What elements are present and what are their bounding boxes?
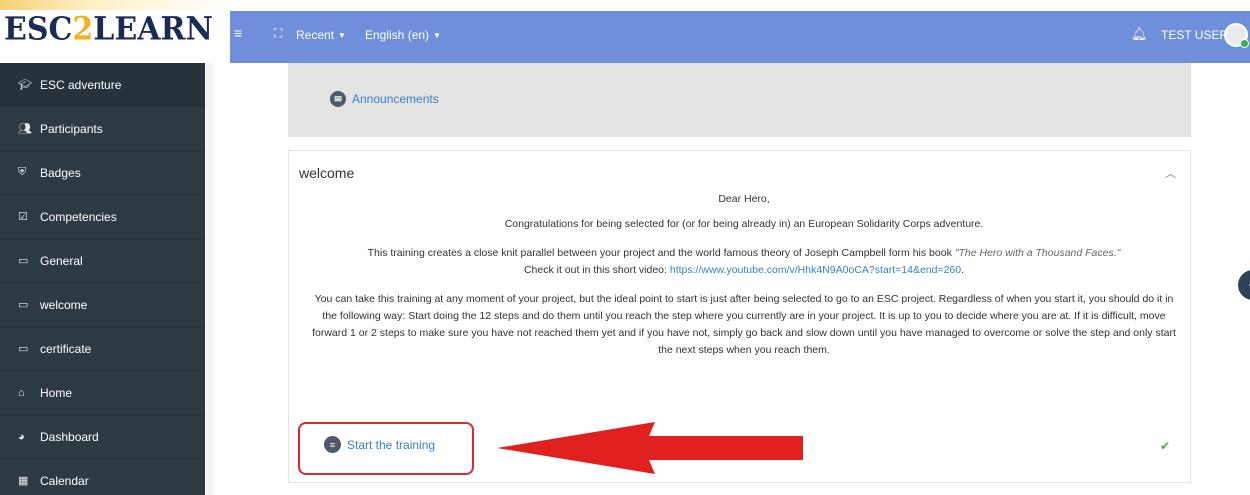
intro-paragraph: This training creates a close knit paral… bbox=[367, 247, 1121, 276]
recent-dropdown[interactable]: Recent ▼ bbox=[296, 28, 346, 42]
announcements-link[interactable]: ✉ Announcements bbox=[330, 91, 439, 107]
sidebar-item-home[interactable]: ⌂ Home bbox=[0, 371, 205, 415]
sidebar-item-participants[interactable]: 👥︎ Participants bbox=[0, 107, 205, 151]
sidebar-item-welcome[interactable]: ▭ welcome bbox=[0, 283, 205, 327]
announcements-section: ✉ Announcements bbox=[288, 63, 1191, 137]
folder-icon: ▭ bbox=[18, 255, 29, 267]
fullscreen-icon[interactable]: ⛶ bbox=[274, 26, 282, 41]
home-icon: ⌂ bbox=[18, 386, 25, 399]
annotation-arrow bbox=[497, 422, 803, 474]
sidebar-item-dashboard[interactable]: ◕ Dashboard bbox=[0, 415, 205, 459]
start-training-link[interactable]: ≡ Start the training bbox=[324, 436, 435, 453]
sidebar-item-esc-adventure[interactable]: 🎓︎ ESC adventure bbox=[0, 63, 205, 107]
graduation-cap-icon: 🎓︎ bbox=[18, 79, 32, 91]
dashboard-icon: ◕ bbox=[18, 430, 25, 443]
sidebar-divider bbox=[205, 63, 213, 495]
chevron-up-icon[interactable]: ︿ bbox=[1165, 165, 1176, 181]
arrow-shape bbox=[497, 422, 803, 474]
sidebar-item-certificate[interactable]: ▭ certificate bbox=[0, 327, 205, 371]
book-title: "The Hero with a Thousand Faces." bbox=[954, 247, 1121, 259]
instructions-paragraph: You can take this training at any moment… bbox=[312, 293, 1176, 356]
folder-icon: ▭ bbox=[18, 343, 29, 355]
check-square-icon: ☑ bbox=[18, 211, 28, 223]
site-logo[interactable]: ESC2LEARN bbox=[4, 11, 213, 48]
user-menu[interactable]: TEST USER bbox=[1161, 28, 1228, 42]
calendar-icon: ▦ bbox=[18, 475, 29, 487]
sidebar-item-badges[interactable]: ⛨ Badges bbox=[0, 151, 205, 195]
language-dropdown[interactable]: English (en) ▼ bbox=[365, 28, 441, 42]
logo-area[interactable]: ESC2LEARN bbox=[0, 0, 230, 63]
video-link[interactable]: https://www.youtube.com/v/Hhk4N9A0oCA?st… bbox=[670, 264, 961, 276]
sidebar-item-calendar[interactable]: ▦ Calendar bbox=[0, 459, 205, 495]
sidebar: 🎓︎ ESC adventure 👥︎ Participants ⛨ Badge… bbox=[0, 63, 205, 495]
caret-down-icon: ▼ bbox=[338, 30, 346, 40]
section-title[interactable]: welcome bbox=[299, 165, 354, 181]
shield-icon: ⛨ bbox=[18, 166, 27, 178]
completion-check-icon[interactable]: ✔ bbox=[1160, 439, 1170, 453]
sidebar-item-general[interactable]: ▭ General bbox=[0, 239, 205, 283]
folder-icon: ▭ bbox=[18, 299, 29, 311]
sidebar-item-competencies[interactable]: ☑ Competencies bbox=[0, 195, 205, 239]
greeting-text: Dear Hero, bbox=[718, 193, 770, 205]
caret-down-icon: ▼ bbox=[433, 30, 441, 40]
hamburger-menu-icon[interactable]: ≡ bbox=[234, 25, 242, 41]
bell-icon[interactable]: 🔔︎ bbox=[1131, 26, 1148, 42]
users-icon: 👥︎ bbox=[18, 123, 32, 135]
congrats-text: Congratulations for being selected for (… bbox=[504, 218, 984, 230]
logo-decoration bbox=[0, 0, 230, 10]
forum-icon: ✉ bbox=[330, 91, 346, 107]
section-summary: Dear Hero, Congratulations for being sel… bbox=[309, 191, 1179, 367]
avatar[interactable] bbox=[1224, 23, 1249, 48]
page-icon: ≡ bbox=[324, 436, 341, 453]
